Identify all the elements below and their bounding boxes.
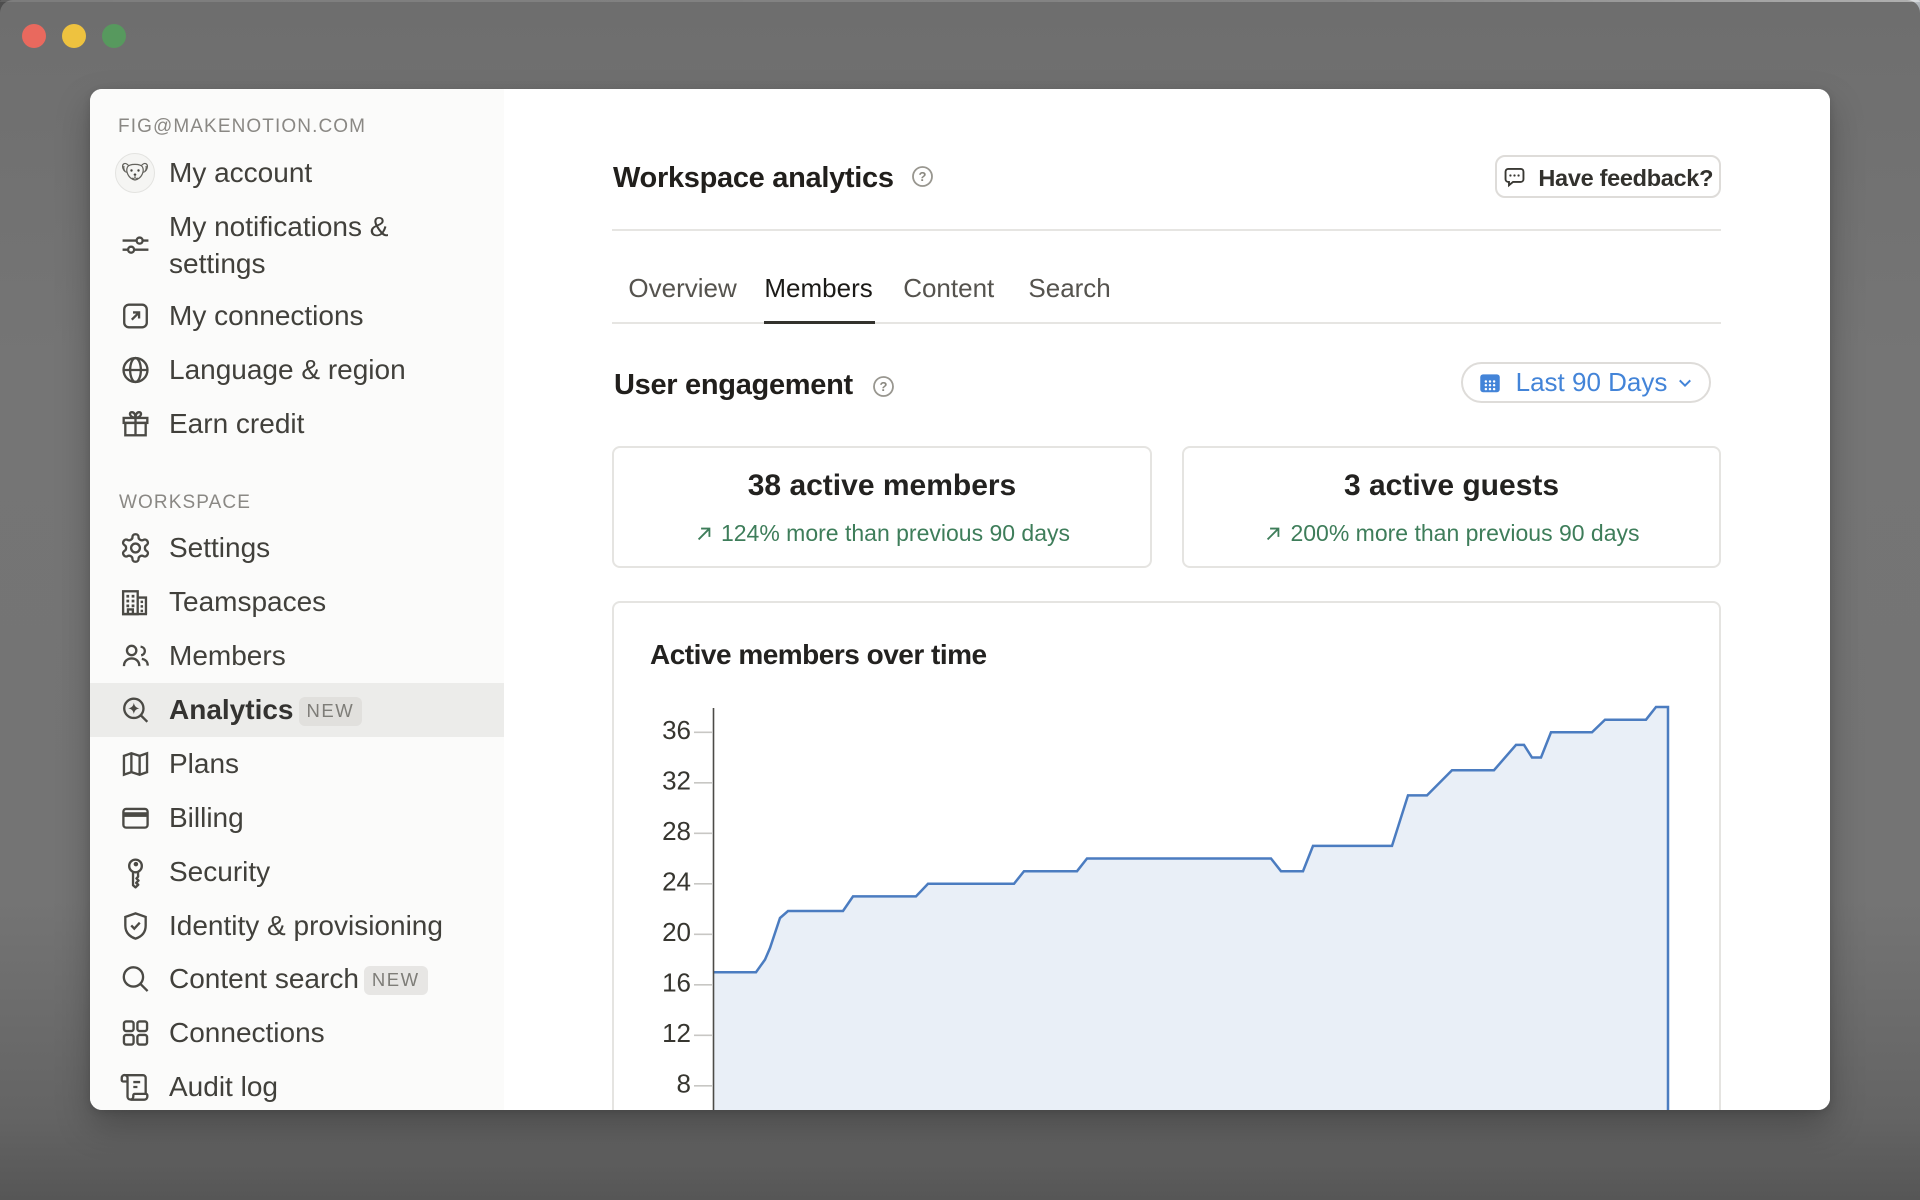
svg-text:16: 16 [662, 967, 691, 997]
svg-text:20: 20 [662, 917, 691, 947]
svg-text:36: 36 [662, 715, 691, 745]
svg-text:?: ? [919, 169, 927, 184]
svg-text:28: 28 [662, 816, 691, 846]
svg-text:32: 32 [662, 765, 691, 795]
svg-text:?: ? [880, 379, 888, 394]
svg-text:24: 24 [662, 866, 691, 896]
svg-text:8: 8 [677, 1068, 691, 1098]
svg-text:12: 12 [662, 1018, 691, 1048]
